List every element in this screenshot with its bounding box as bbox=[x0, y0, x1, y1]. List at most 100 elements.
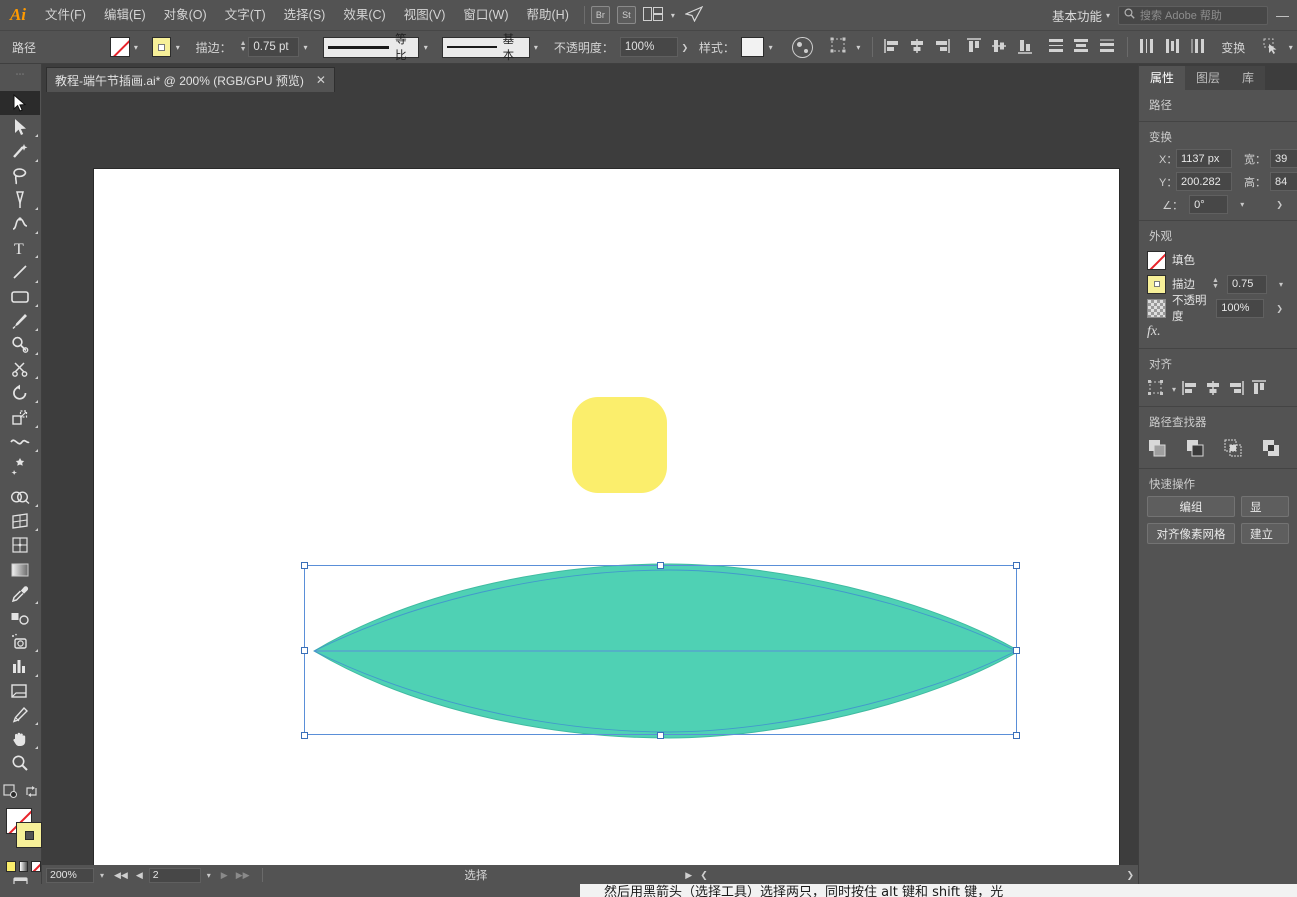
edit-toolbar-icon[interactable] bbox=[3, 784, 18, 802]
panel-align-top-icon[interactable] bbox=[1250, 379, 1270, 399]
scale-tool[interactable] bbox=[0, 405, 40, 429]
align-to-chevron-down-icon[interactable]: ▾ bbox=[852, 37, 865, 57]
status-right-arrow-icon[interactable]: ❯ bbox=[1122, 870, 1138, 881]
tab-libraries[interactable]: 库 bbox=[1231, 66, 1266, 90]
distribute-right-icon[interactable] bbox=[1189, 37, 1208, 57]
stroke-weight-chevron-down-icon[interactable]: ▾ bbox=[299, 37, 312, 57]
swap-fill-stroke-icon[interactable] bbox=[25, 785, 38, 801]
last-page-button[interactable]: ▶▶ bbox=[232, 870, 254, 881]
selection-handle-ml[interactable] bbox=[301, 647, 308, 654]
style-chevron-down-icon[interactable]: ▾ bbox=[764, 37, 777, 57]
graphic-style-swatch[interactable] bbox=[740, 37, 765, 57]
help-search-box[interactable]: 搜索 Adobe 帮助 bbox=[1118, 5, 1268, 25]
stroke-weight-stepper[interactable]: ▲ ▼ bbox=[238, 37, 249, 57]
status-menu-icon[interactable]: ❮ bbox=[696, 870, 712, 881]
pen-tool[interactable] bbox=[0, 188, 40, 212]
first-page-button[interactable]: ◀◀ bbox=[110, 870, 132, 881]
appearance-stroke-row[interactable]: 描边 ▲ ▼ 0.75 ▾ bbox=[1139, 272, 1297, 296]
stroke-color-proxy[interactable] bbox=[16, 822, 42, 849]
menu-effect[interactable]: 效果(C) bbox=[334, 0, 394, 30]
symbol-sprayer-tool[interactable] bbox=[0, 630, 40, 654]
mesh-tool[interactable] bbox=[0, 533, 40, 557]
fx-icon[interactable]: fx. bbox=[1147, 324, 1161, 340]
reference-point-selector[interactable] bbox=[1147, 159, 1151, 181]
align-top-icon[interactable] bbox=[965, 37, 984, 57]
angle-input[interactable]: 0° bbox=[1189, 195, 1229, 214]
create-button[interactable]: 建立 bbox=[1241, 523, 1289, 544]
align-right-icon[interactable] bbox=[933, 37, 952, 57]
distribute-left-icon[interactable] bbox=[1138, 37, 1157, 57]
appearance-stroke-chevron-down-icon[interactable]: ▾ bbox=[1273, 280, 1289, 289]
blend-tool[interactable] bbox=[0, 606, 40, 630]
appearance-stroke-input[interactable]: 0.75 bbox=[1226, 274, 1267, 294]
scissors-eraser-tool[interactable] bbox=[0, 357, 40, 381]
menu-object[interactable]: 对象(O) bbox=[155, 0, 216, 30]
arrange-chevron-down-icon[interactable]: ▾ bbox=[671, 11, 675, 20]
opacity-input[interactable]: 100% bbox=[619, 37, 679, 57]
canvas-area[interactable] bbox=[42, 92, 1138, 865]
tab-properties[interactable]: 属性 bbox=[1139, 66, 1186, 90]
tab-layers[interactable]: 图层 bbox=[1185, 66, 1232, 90]
align-to-pixel-grid-button[interactable]: 对齐像素网格 bbox=[1147, 523, 1235, 544]
workspace-chevron-down-icon[interactable]: ▾ bbox=[1106, 11, 1110, 20]
perspective-grid-tool[interactable] bbox=[0, 509, 40, 533]
menu-help[interactable]: 帮助(H) bbox=[518, 0, 578, 30]
select-similar-icon[interactable] bbox=[1262, 37, 1281, 57]
curvature-tool[interactable] bbox=[0, 212, 40, 236]
column-graph-tool[interactable] bbox=[0, 654, 40, 678]
panel-align-right-icon[interactable] bbox=[1227, 379, 1247, 399]
toolbar-grip[interactable]: ⋯ bbox=[0, 64, 41, 84]
document-tab[interactable]: 教程-端午节插画.ai* @ 200% (RGB/GPU 预览) ✕ bbox=[46, 67, 335, 92]
share-icon[interactable] bbox=[684, 5, 704, 25]
group-button[interactable]: 编组 bbox=[1147, 496, 1235, 517]
width-warp-tool[interactable] bbox=[0, 430, 40, 454]
height-input[interactable]: 84 bbox=[1270, 172, 1297, 191]
panel-align-center-horizontal-icon[interactable] bbox=[1204, 379, 1224, 399]
workspace-switcher[interactable]: 基本功能 bbox=[1052, 6, 1102, 25]
distribute-top-icon[interactable] bbox=[1047, 37, 1066, 57]
panel-align-to-icon[interactable] bbox=[1147, 379, 1167, 399]
shaper-pencil-tool[interactable] bbox=[0, 333, 40, 357]
stroke-chevron-down-icon[interactable]: ▾ bbox=[171, 37, 184, 57]
appearance-opacity-input[interactable]: 100% bbox=[1216, 298, 1265, 318]
selection-handle-bc[interactable] bbox=[657, 732, 664, 739]
direct-selection-tool[interactable] bbox=[0, 115, 40, 139]
selection-handle-tc[interactable] bbox=[657, 562, 664, 569]
select-similar-chevron-down-icon[interactable]: ▾ bbox=[1284, 37, 1297, 57]
artboard-tool[interactable] bbox=[0, 679, 40, 703]
magic-wand-tool[interactable] bbox=[0, 139, 40, 163]
selection-handle-tr[interactable] bbox=[1013, 562, 1020, 569]
stock-icon[interactable]: St bbox=[616, 6, 636, 24]
menu-view[interactable]: 视图(V) bbox=[395, 0, 455, 30]
menu-type[interactable]: 文字(T) bbox=[216, 0, 275, 30]
recolor-artwork-icon[interactable] bbox=[792, 36, 813, 58]
next-page-button[interactable]: ▶ bbox=[217, 870, 232, 881]
show-button[interactable]: 显 bbox=[1241, 496, 1289, 517]
stroke-weight-input[interactable]: 0.75 pt bbox=[248, 37, 300, 57]
transform-label[interactable]: 变换 bbox=[1221, 39, 1245, 56]
window-controls[interactable]: — bbox=[1276, 8, 1289, 23]
appearance-opacity-row[interactable]: 不透明度 100% ❯ bbox=[1139, 295, 1297, 323]
gradient-tool[interactable] bbox=[0, 558, 40, 582]
appearance-fill-swatch[interactable] bbox=[1147, 250, 1166, 270]
zoom-level-input[interactable]: 200% bbox=[46, 867, 94, 883]
pathfinder-exclude-icon[interactable] bbox=[1261, 438, 1283, 460]
menu-file[interactable]: 文件(F) bbox=[36, 0, 95, 30]
menu-window[interactable]: 窗口(W) bbox=[454, 0, 517, 30]
type-tool[interactable]: T bbox=[0, 236, 40, 260]
appearance-stroke-stepper[interactable]: ▲ ▼ bbox=[1210, 274, 1221, 294]
panel-align-to-chevron-down-icon[interactable]: ▾ bbox=[1170, 385, 1178, 394]
status-play-icon[interactable]: ▶ bbox=[681, 870, 696, 881]
pathfinder-unite-icon[interactable] bbox=[1147, 438, 1169, 460]
none-icon[interactable] bbox=[31, 860, 42, 872]
stroke-swatch[interactable] bbox=[151, 37, 172, 57]
selection-handle-mr[interactable] bbox=[1013, 647, 1020, 654]
brush-definition-select[interactable]: 基本 bbox=[441, 34, 530, 62]
appearance-opacity-expand-icon[interactable]: ❯ bbox=[1270, 304, 1289, 313]
slice-tool[interactable] bbox=[0, 703, 40, 727]
free-transform-tool[interactable] bbox=[0, 454, 40, 478]
fill-chevron-down-icon[interactable]: ▾ bbox=[130, 37, 143, 57]
eyedropper-tool[interactable] bbox=[0, 582, 40, 606]
gradient-icon[interactable] bbox=[18, 860, 29, 872]
align-center-horizontal-icon[interactable] bbox=[908, 37, 927, 57]
